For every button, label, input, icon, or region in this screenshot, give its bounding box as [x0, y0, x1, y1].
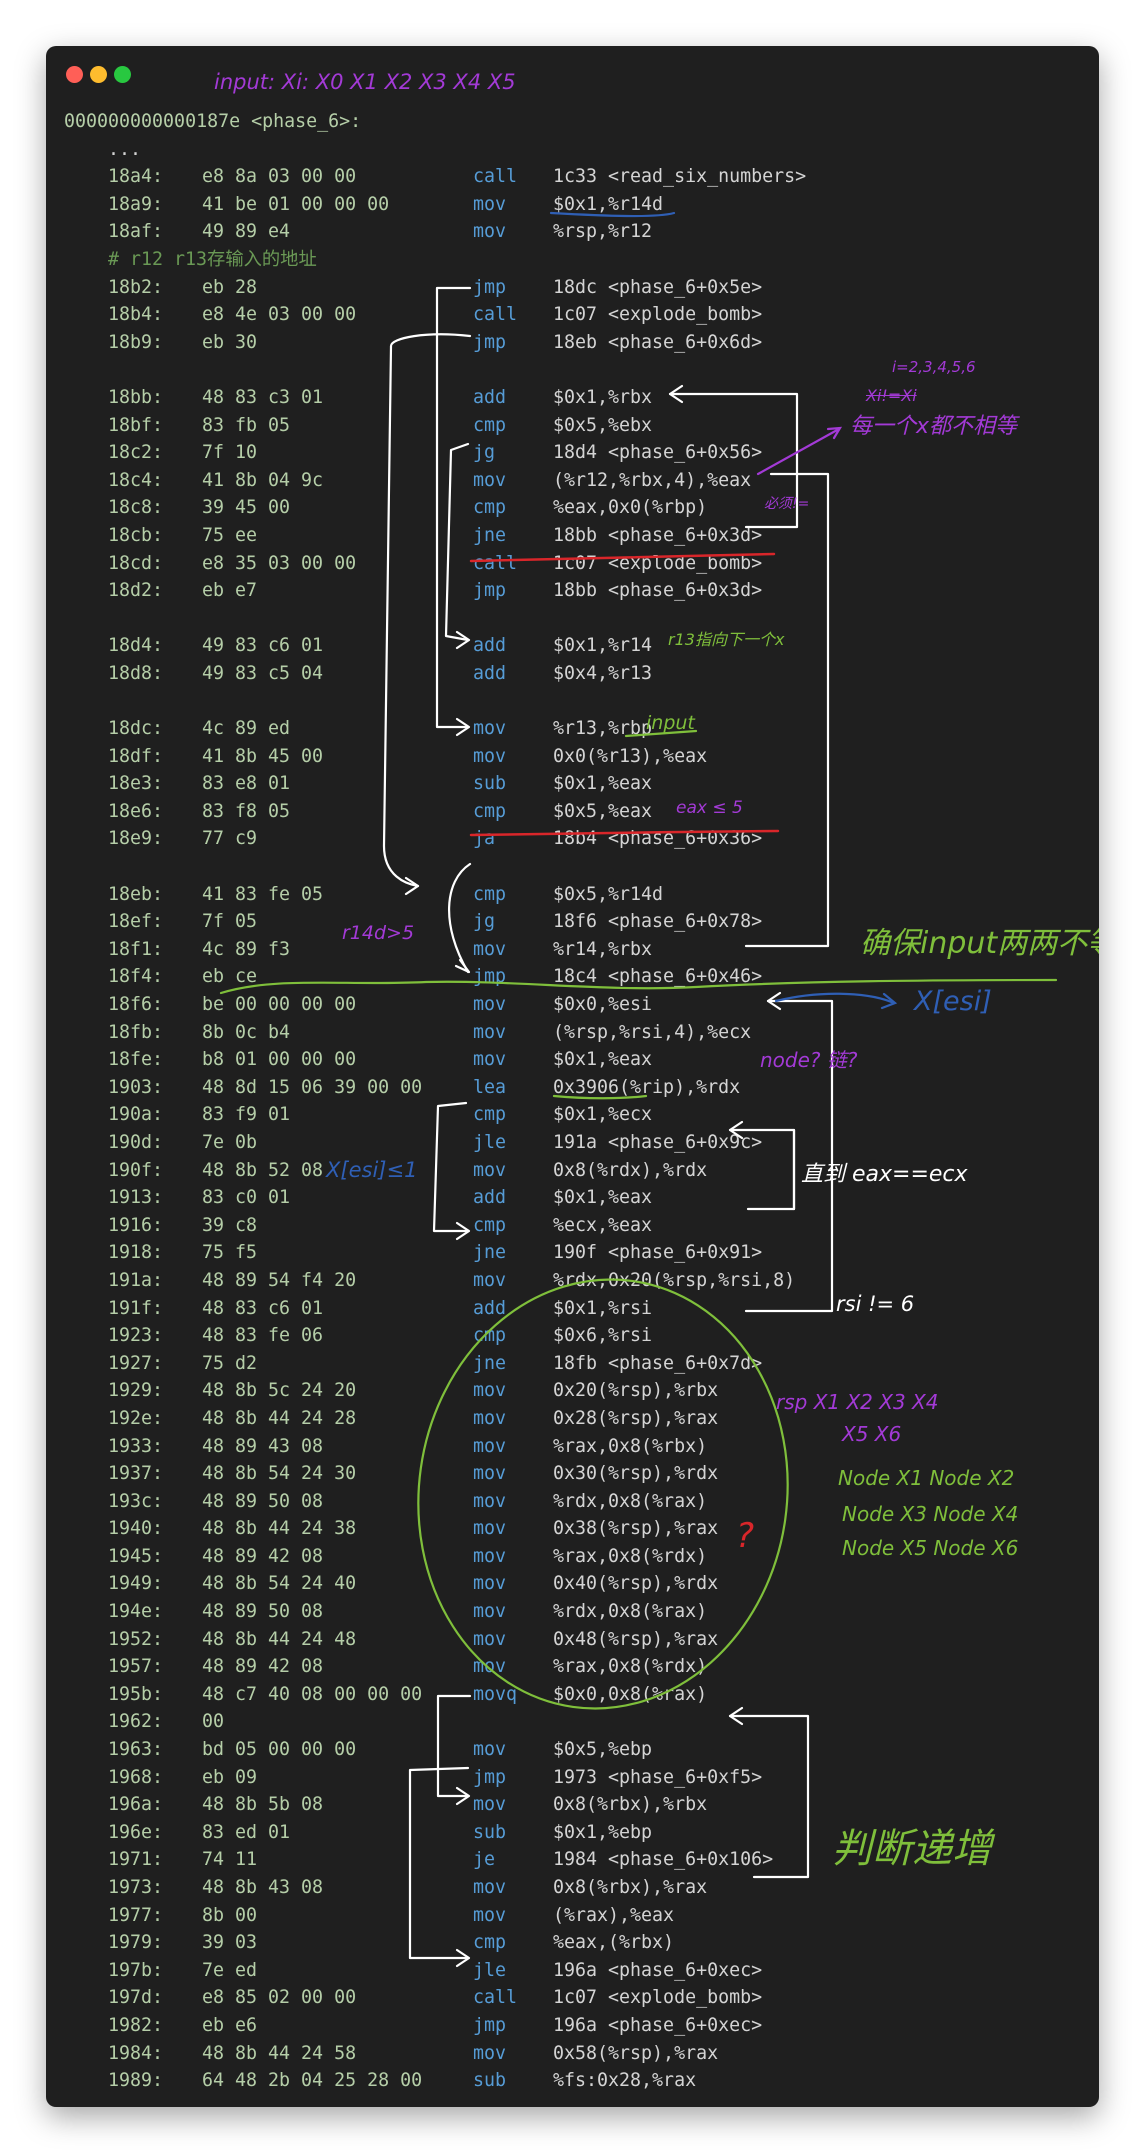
- annotation-x-esi-le1: X[esi]≤1: [326, 1158, 418, 1182]
- annotation-input-header: input: Xi: X0 X1 X2 X3 X4 X5: [214, 70, 516, 94]
- annotation-node-row1: Node X1 Node X2: [838, 1466, 1015, 1490]
- annotation-rsp-row2: X5 X6: [842, 1422, 902, 1446]
- annotation-rsp-row1: rsp X1 X2 X3 X4: [776, 1390, 939, 1414]
- annotation-r14d-gt5: r14d>5: [342, 922, 415, 944]
- annotation-input-word: input: [646, 712, 695, 734]
- underline-r14d: [549, 211, 676, 218]
- arrowhead: [454, 958, 471, 974]
- annotation-must-ne: 必须!=: [764, 496, 810, 512]
- annotation-node-question: node? 链?: [760, 1048, 858, 1072]
- annotation-until-eq: 直到 eax==ecx: [801, 1162, 968, 1187]
- purple-pointer: [756, 427, 841, 476]
- annotation-ensure-distinct: 确保input两两不等: [860, 926, 1099, 961]
- annotation-each-different: 每一个x都不相等: [850, 414, 1018, 439]
- arrow-18c2-to-18d4: [444, 442, 470, 642]
- arrow-18b9-to-18eb: [382, 333, 472, 888]
- annotation-node-row2: Node X3 Node X4: [842, 1502, 1019, 1526]
- annotation-x-esi: X[esi]: [914, 986, 992, 1017]
- annotation-eax-le5: eax ≤ 5: [676, 798, 743, 818]
- strike-ja-18e9: [469, 829, 780, 837]
- arrow-1918-to-190f: [728, 1128, 796, 1211]
- arrowhead: [404, 876, 420, 896]
- arrow-18b2-to-18dc: [435, 286, 472, 729]
- annotation-strokes: [219, 211, 1058, 1968]
- terminal-window: 000000000000187e <phase_6>: ... 18a4: e8 …: [46, 46, 1099, 2107]
- arrow-190d-to-191a: [432, 1101, 470, 1233]
- strike-explode-18cd: [469, 552, 776, 563]
- annotation-r13-next: r13指向下一个x: [668, 630, 785, 649]
- underline-rip: [552, 1094, 648, 1100]
- annotation-xi-struck: Xi!=Xi: [866, 386, 917, 405]
- arrow-1968-to-1973: [436, 1694, 472, 1798]
- annotation-node-row3: Node X5 Node X6: [842, 1536, 1019, 1560]
- annotation-rsi-ne6: rsi != 6: [836, 1292, 915, 1316]
- annotation-question-mark: ?: [736, 1516, 755, 1556]
- annotation-judge-increase: 判断递增: [832, 1826, 992, 1872]
- node-link-circle: [417, 1278, 789, 1710]
- arrow-18f4-to-18c4: [744, 472, 830, 948]
- arrow-197b-to-196a: [728, 1714, 810, 1879]
- annotation-i-range: i=2,3,4,5,6: [892, 358, 976, 376]
- arrow-18ef-to-18f6: [448, 862, 472, 974]
